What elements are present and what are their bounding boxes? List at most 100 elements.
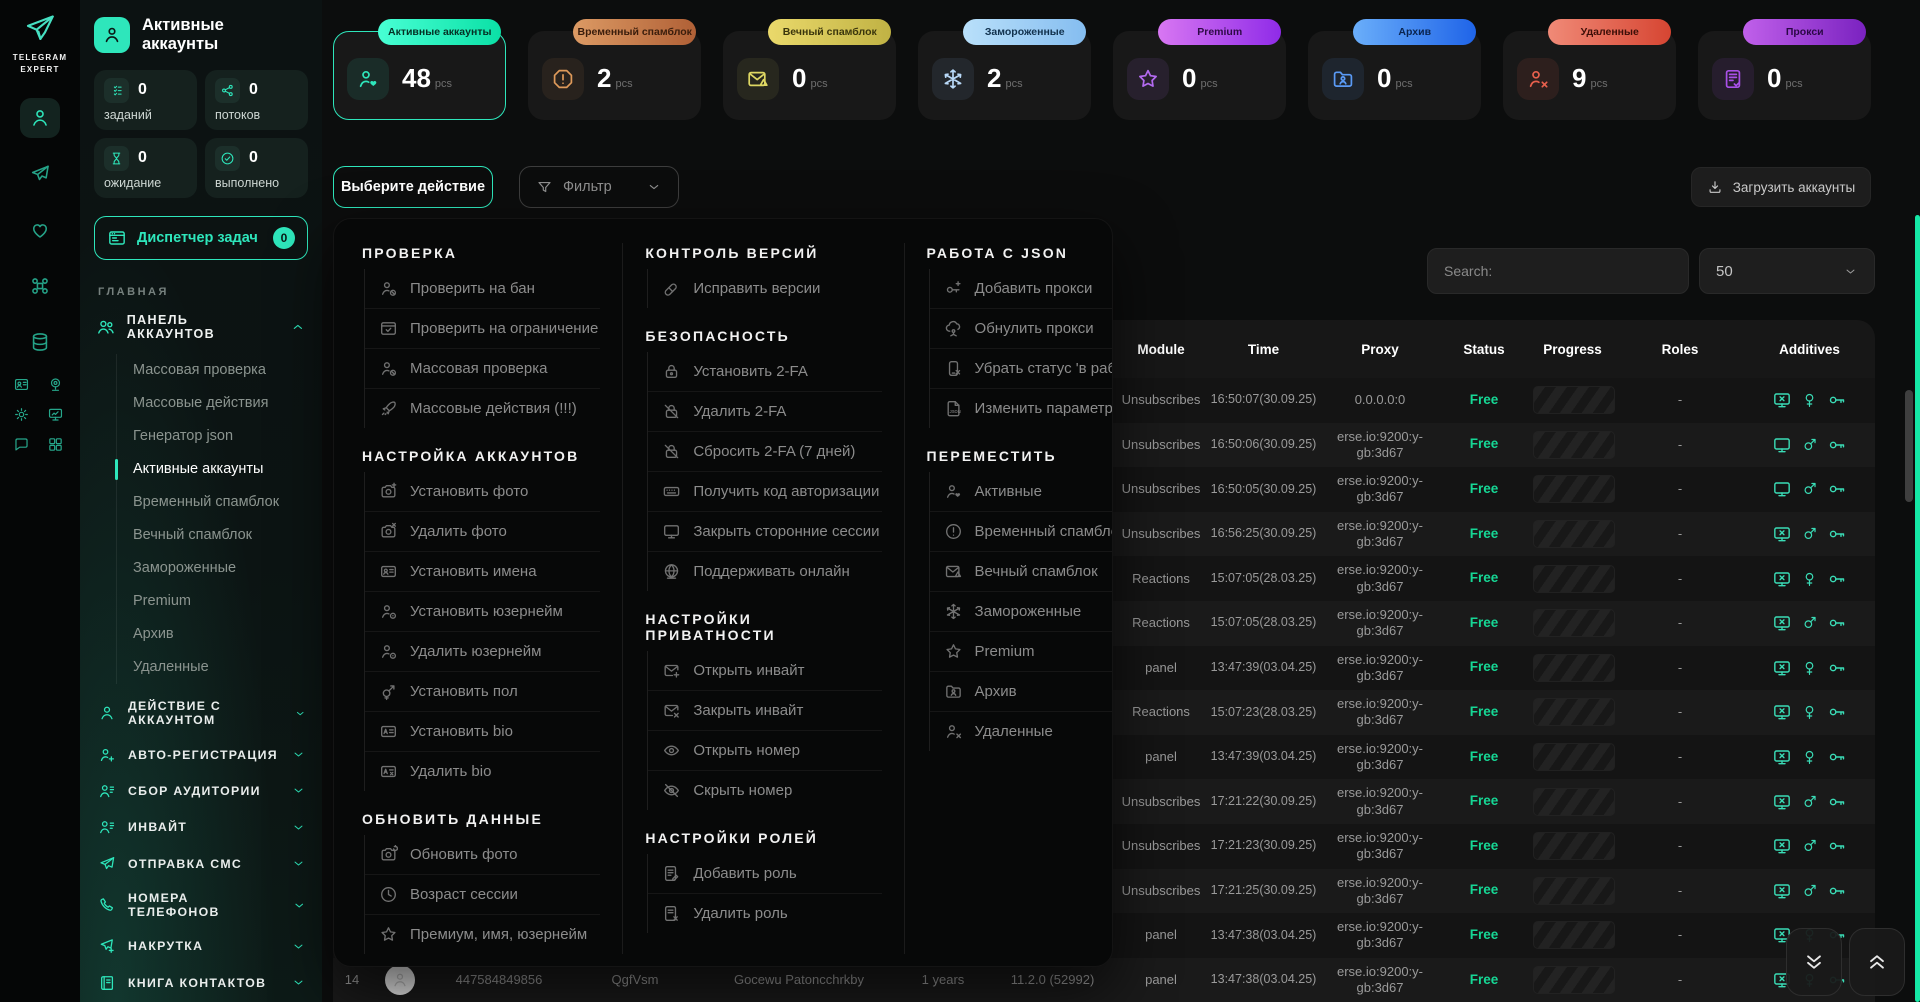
summary-card[interactable]: Архив0pcs: [1308, 31, 1481, 120]
male-icon[interactable]: [1801, 524, 1818, 544]
menu-item[interactable]: Проверить на ограничение: [365, 309, 600, 349]
key-icon[interactable]: [1827, 613, 1847, 633]
female-icon[interactable]: [1801, 658, 1818, 678]
monitor-x-icon[interactable]: [1772, 613, 1792, 633]
sidebar-subitem[interactable]: Генератор json: [117, 420, 322, 453]
menu-item[interactable]: Добавить роль: [648, 854, 881, 894]
sidebar-subitem[interactable]: Замороженные: [117, 552, 322, 585]
rail-item-commands-rail[interactable]: [20, 266, 60, 306]
monitor-x-icon[interactable]: [1772, 390, 1792, 410]
menu-item[interactable]: Поддерживать онлайн: [648, 552, 881, 591]
sidebar-section-item[interactable]: НАКРУТКА: [80, 928, 322, 964]
key-icon[interactable]: [1827, 390, 1847, 410]
menu-item[interactable]: Установить фото: [365, 472, 600, 512]
select-action-button[interactable]: Выберите действие: [333, 166, 493, 208]
menu-item[interactable]: Установить 2-FA: [648, 352, 881, 392]
filter-button[interactable]: Фильтр: [519, 166, 679, 208]
monitor-x-icon[interactable]: [1772, 792, 1792, 812]
key-icon[interactable]: [1827, 836, 1847, 856]
menu-item[interactable]: Premium: [930, 632, 1113, 672]
rail-item-accounts-rail[interactable]: [20, 98, 60, 138]
male-icon[interactable]: [1801, 836, 1818, 856]
key-icon[interactable]: [1827, 881, 1847, 901]
menu-item[interactable]: Скрыть номер: [648, 771, 881, 810]
menu-item[interactable]: Удалить фото: [365, 512, 600, 552]
sidebar-section-item[interactable]: АВТО-РЕГИСТРАЦИЯ: [80, 736, 322, 772]
menu-item[interactable]: Убрать статус 'в работе': [930, 349, 1113, 389]
menu-item[interactable]: Вечный спамблок: [930, 552, 1113, 592]
monitor-chart-icon[interactable]: [47, 406, 64, 423]
male-icon[interactable]: [1801, 613, 1818, 633]
male-icon[interactable]: [1801, 479, 1818, 499]
brand-logo[interactable]: TELEGRAM EXPERT: [13, 12, 68, 76]
female-icon[interactable]: [1801, 747, 1818, 767]
male-icon[interactable]: [1801, 435, 1818, 455]
key-icon[interactable]: [1827, 702, 1847, 722]
menu-item[interactable]: Исправить версии: [648, 269, 881, 308]
menu-item[interactable]: Добавить прокси: [930, 269, 1113, 309]
sidebar-subitem[interactable]: Активные аккаунты: [117, 453, 322, 486]
key-icon[interactable]: [1827, 792, 1847, 812]
menu-item[interactable]: Удаленные: [930, 712, 1113, 751]
sidebar-subitem[interactable]: Вечный спамблок: [117, 519, 322, 552]
id-badge-icon[interactable]: [13, 376, 30, 393]
monitor-x-icon[interactable]: [1772, 702, 1792, 722]
key-icon[interactable]: [1827, 435, 1847, 455]
key-icon[interactable]: [1827, 569, 1847, 589]
menu-item[interactable]: Архив: [930, 672, 1113, 712]
summary-card[interactable]: Временный спамблок2pcs: [528, 31, 701, 120]
scroll-to-top-button[interactable]: [1849, 928, 1905, 996]
menu-item[interactable]: Открыть инвайт: [648, 651, 881, 691]
menu-item[interactable]: Обнулить прокси: [930, 309, 1113, 349]
sidebar-subitem[interactable]: Массовые действия: [117, 387, 322, 420]
page-size-select[interactable]: 50: [1699, 248, 1875, 294]
scroll-to-bottom-button[interactable]: [1786, 928, 1842, 996]
sidebar-section-item[interactable]: НОМЕРА ТЕЛЕФОНОВ: [80, 882, 322, 928]
chat-icon[interactable]: [13, 436, 30, 453]
sidebar-subitem[interactable]: Временный спамблок: [117, 486, 322, 519]
gear-icon[interactable]: [13, 406, 30, 423]
menu-item[interactable]: Установить пол: [365, 672, 600, 712]
menu-item[interactable]: Удалить bio: [365, 752, 600, 791]
monitor-x-icon[interactable]: [1772, 569, 1792, 589]
key-icon[interactable]: [1827, 479, 1847, 499]
menu-item[interactable]: Удалить роль: [648, 894, 881, 933]
upload-accounts-button[interactable]: Загрузить аккаунты: [1691, 167, 1871, 207]
menu-item[interactable]: Возраст сессии: [365, 875, 600, 915]
menu-item[interactable]: Удалить юзернейм: [365, 632, 600, 672]
menu-item[interactable]: Закрыть сторонние сессии: [648, 512, 881, 552]
sidebar-section-item[interactable]: ИНВАЙТ: [80, 809, 322, 845]
menu-item[interactable]: Обновить фото: [365, 835, 600, 875]
rail-item-favorites-rail[interactable]: [20, 210, 60, 250]
key-icon[interactable]: [1827, 658, 1847, 678]
menu-item[interactable]: Активные: [930, 472, 1113, 512]
sidebar-item-accounts-panel[interactable]: ПАНЕЛЬ АККАУНТОВ: [80, 304, 322, 350]
menu-item[interactable]: Замороженные: [930, 592, 1113, 632]
summary-card[interactable]: Удаленные9pcs: [1503, 31, 1676, 120]
summary-card[interactable]: Вечный спамблок0pcs: [723, 31, 896, 120]
rail-item-database-rail[interactable]: [20, 322, 60, 362]
sidebar-section-item[interactable]: СБОР АУДИТОРИИ: [80, 773, 322, 809]
monitor-icon[interactable]: [1772, 435, 1792, 455]
sidebar-subitem[interactable]: Удаленные: [117, 651, 322, 684]
key-icon[interactable]: [1827, 524, 1847, 544]
webcam-icon[interactable]: [47, 376, 64, 393]
search-input[interactable]: [1427, 248, 1689, 294]
male-icon[interactable]: [1801, 881, 1818, 901]
menu-item[interactable]: JSONИзменить параметры: [930, 389, 1113, 428]
monitor-x-icon[interactable]: [1772, 658, 1792, 678]
female-icon[interactable]: [1801, 702, 1818, 722]
menu-item[interactable]: Установить юзернейм: [365, 592, 600, 632]
menu-item[interactable]: Открыть номер: [648, 731, 881, 771]
monitor-x-icon[interactable]: [1772, 747, 1792, 767]
female-icon[interactable]: [1801, 390, 1818, 410]
menu-item[interactable]: Получить код авторизации: [648, 472, 881, 512]
summary-card[interactable]: Premium0pcs: [1113, 31, 1286, 120]
monitor-x-icon[interactable]: [1772, 836, 1792, 856]
menu-item[interactable]: Установить имена: [365, 552, 600, 592]
menu-item[interactable]: Установить bio: [365, 712, 600, 752]
grid-icon[interactable]: [47, 436, 64, 453]
summary-card[interactable]: Активные аккаунты48pcs: [333, 31, 506, 120]
menu-item[interactable]: Премиум, имя, юзернейм: [365, 915, 600, 954]
sidebar-section-item[interactable]: ДЕЙСТВИЕ С АККАУНТОМ: [80, 690, 322, 736]
